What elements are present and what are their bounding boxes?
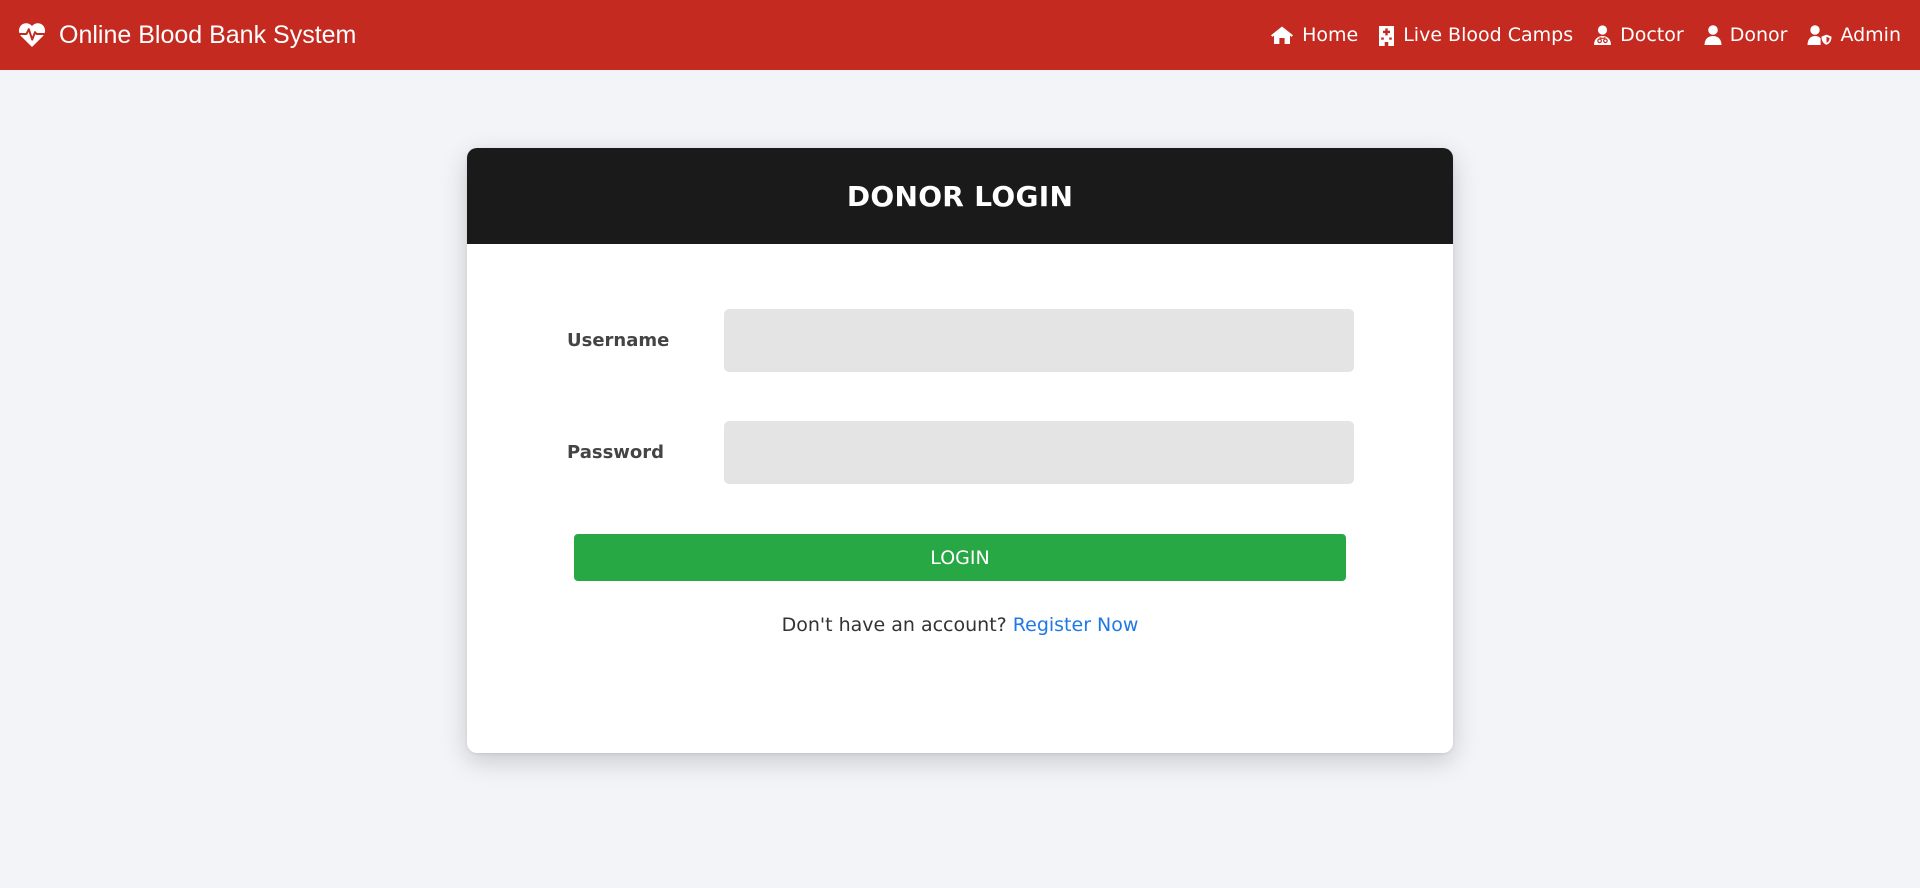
nav-admin-label: Admin — [1840, 24, 1901, 46]
nav-home-label: Home — [1302, 24, 1359, 46]
nav-admin[interactable]: Admin — [1807, 24, 1901, 46]
brand-title: Online Blood Bank System — [59, 20, 357, 49]
signup-prompt-line: Don't have an account? Register Now — [467, 614, 1453, 636]
nav-live-blood-camps-label: Live Blood Camps — [1403, 24, 1574, 46]
nav-menu: Home Live Blood Camps Doctor Donor Admin — [1270, 24, 1901, 46]
nav-donor-label: Donor — [1729, 24, 1788, 46]
brand-link[interactable]: Online Blood Bank System — [18, 21, 356, 50]
doctor-icon — [1594, 25, 1612, 45]
nav-live-blood-camps[interactable]: Live Blood Camps — [1378, 24, 1573, 46]
donor-login-card: DONOR LOGIN Username Password LOGIN Don'… — [467, 148, 1453, 753]
login-button[interactable]: LOGIN — [574, 534, 1346, 581]
register-now-link[interactable]: Register Now — [1013, 614, 1139, 636]
signup-prompt-text: Don't have an account? — [781, 614, 1007, 636]
password-input[interactable] — [724, 421, 1354, 484]
top-navbar: Online Blood Bank System Home Live Blood… — [0, 0, 1920, 70]
card-header: DONOR LOGIN — [467, 148, 1453, 244]
password-row: Password — [567, 421, 1354, 484]
nav-doctor[interactable]: Doctor — [1593, 24, 1684, 46]
nav-donor[interactable]: Donor — [1704, 24, 1788, 46]
home-icon — [1271, 26, 1294, 44]
password-label: Password — [567, 442, 665, 463]
nav-home[interactable]: Home — [1270, 24, 1358, 46]
heartbeat-icon — [18, 23, 46, 47]
user-shield-icon — [1807, 25, 1832, 45]
username-label: Username — [567, 330, 670, 351]
user-icon — [1704, 25, 1722, 45]
username-row: Username — [567, 309, 1354, 372]
hospital-icon — [1379, 25, 1395, 46]
page-title: DONOR LOGIN — [846, 179, 1074, 213]
nav-doctor-label: Doctor — [1620, 24, 1684, 46]
username-input[interactable] — [724, 309, 1354, 372]
